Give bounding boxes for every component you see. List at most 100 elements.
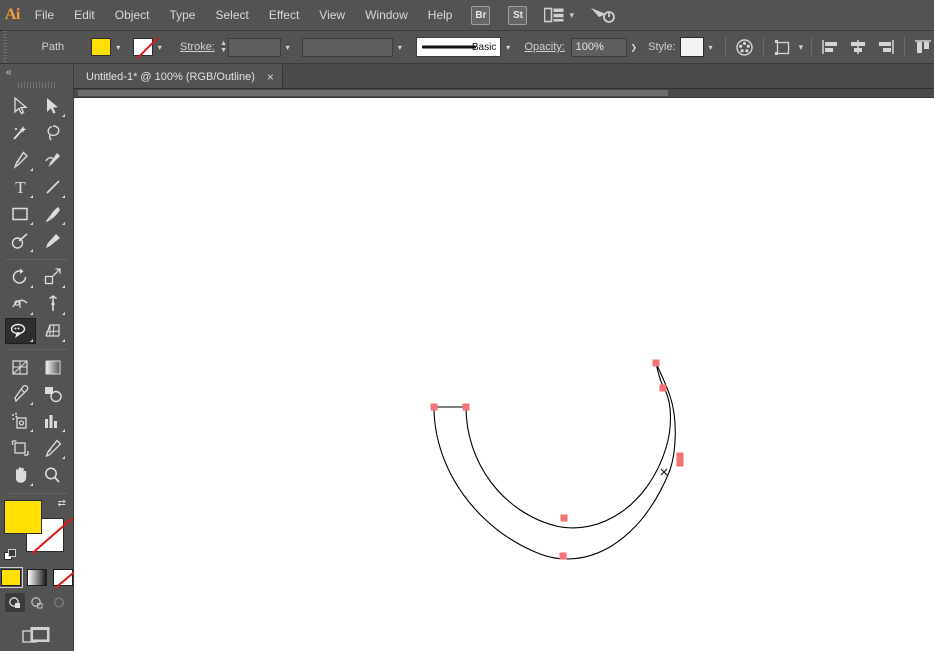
opacity-expand-icon[interactable]: ❯ [627,38,641,56]
free-transform-tool[interactable] [38,291,69,317]
distribute-top-icon[interactable] [913,36,934,58]
horizontal-scrollbar-thumb[interactable] [78,90,668,96]
swap-fill-stroke-icon[interactable]: ⇄ [58,498,70,510]
shape-builder-tool[interactable] [5,318,36,344]
menu-window[interactable]: Window [355,0,418,31]
draw-behind-button[interactable] [27,593,47,612]
tool-group-indicator-icon [29,402,33,405]
style-label: Style: [648,41,676,53]
stroke-profile-input[interactable] [302,37,394,57]
paintbrush-tool[interactable] [38,201,69,227]
menu-effect[interactable]: Effect [259,0,309,31]
fill-swatch[interactable] [91,38,112,56]
hand-tool[interactable] [5,462,36,488]
symbol-sprayer-tool[interactable] [5,408,36,434]
horizontal-scrollbar[interactable] [74,89,934,98]
control-bar: Path ▾ ▾ Stroke: ▲ ▼ ▾ ▾ Basic ▾ Opacity:… [0,30,934,64]
tool-group-indicator-icon [62,429,65,432]
bridge-button[interactable]: Br [471,5,491,25]
anchor-point [659,384,667,392]
tools-panel-grip[interactable] [18,80,55,90]
slice-tool[interactable] [38,435,69,461]
default-fill-stroke-icon[interactable] [3,549,17,562]
recolor-artwork-icon[interactable] [734,36,755,58]
draw-normal-button[interactable] [4,593,25,612]
brush-definition-input[interactable]: Basic [416,37,502,57]
transform-chevron-down-icon[interactable]: ▾ [799,42,804,53]
column-graph-tool[interactable] [38,408,69,434]
line-segment-tool[interactable] [38,174,69,200]
artboard-canvas[interactable] [74,98,934,651]
svg-text:T: T [15,178,26,196]
selection-tool[interactable] [5,93,36,119]
tool-group-indicator-icon [62,222,65,225]
stroke-weight-chevron-down-icon[interactable]: ▾ [281,38,295,56]
blend-tool[interactable] [38,381,69,407]
close-icon[interactable]: × [267,70,274,84]
menu-object[interactable]: Object [105,0,160,31]
direct-selection-tool[interactable] [38,93,69,119]
stock-button[interactable]: St [508,5,528,25]
style-chevron-down-icon[interactable]: ▾ [704,38,718,56]
align-right-icon[interactable] [875,36,896,58]
mesh-tool[interactable] [5,354,36,380]
type-tool[interactable]: T [5,174,36,200]
pen-tool[interactable] [5,147,36,173]
menu-select[interactable]: Select [205,0,258,31]
align-horizontal-center-icon[interactable] [847,36,868,58]
transform-shape-icon[interactable] [772,36,793,58]
artboard-tool[interactable] [5,435,36,461]
zoom-tool[interactable] [38,462,69,488]
arrange-chevron-down-icon[interactable]: ▾ [569,10,574,21]
magic-wand-tool[interactable] [5,120,36,146]
stroke-weight-input[interactable] [228,37,281,57]
stroke-profile-chevron-down-icon[interactable]: ▾ [393,38,407,56]
perspective-grid-tool[interactable] [38,318,69,344]
stroke-swatch[interactable] [132,38,154,56]
none-mode-button[interactable] [52,569,73,586]
shaper-tool[interactable] [5,228,36,254]
blob-brush-tool[interactable] [38,228,69,254]
gradient-mode-button[interactable] [26,569,47,586]
graphic-style-swatch[interactable] [680,37,704,57]
rectangle-tool[interactable] [5,201,36,227]
lasso-tool[interactable] [38,120,69,146]
brush-stroke-preview-icon [422,45,477,49]
scale-tool[interactable] [38,264,69,290]
menu-file[interactable]: File [25,0,64,31]
collapse-panel-icon[interactable]: « [0,64,73,80]
width-tool[interactable] [5,291,36,317]
arrange-documents-icon[interactable] [544,7,564,23]
curvature-tool[interactable] [38,147,69,173]
gradient-tool[interactable] [38,354,69,380]
control-bar-divider [725,37,727,57]
comet-workspace-icon[interactable] [590,5,616,25]
anchor-point [676,459,684,467]
eyedropper-tool[interactable] [5,381,36,407]
inner-contour [465,362,672,529]
brush-chevron-down-icon[interactable]: ▾ [501,38,515,56]
rotate-tool[interactable] [5,264,36,290]
opacity-input[interactable]: 100% [570,37,627,57]
menu-edit[interactable]: Edit [64,0,105,31]
change-screen-mode-button[interactable] [21,626,52,651]
crescent-path-artwork[interactable] [74,98,934,651]
document-tab[interactable]: Untitled-1* @ 100% (RGB/Outline) × [74,64,283,88]
align-left-icon[interactable] [820,36,841,58]
fill-chevron-down-icon[interactable]: ▾ [111,38,125,56]
selected-object-type-label: Path [41,41,65,53]
menu-view[interactable]: View [309,0,355,31]
opacity-label[interactable]: Opacity: [524,41,564,53]
tool-group-indicator-icon [29,312,33,315]
menu-bar-right-group: Br St ▾ [462,5,934,25]
draw-inside-button[interactable] [49,593,69,612]
control-bar-grip[interactable] [0,30,9,64]
stroke-weight-label[interactable]: Stroke: [180,41,215,53]
menu-type[interactable]: Type [159,0,205,31]
fill-color-swatch[interactable] [3,500,42,534]
menu-help[interactable]: Help [418,0,463,31]
color-mode-button[interactable] [0,567,23,588]
tool-group-indicator-icon [29,249,33,252]
stroke-weight-stepper[interactable]: ▲ ▼ [219,38,229,56]
anchor-point [430,403,438,411]
